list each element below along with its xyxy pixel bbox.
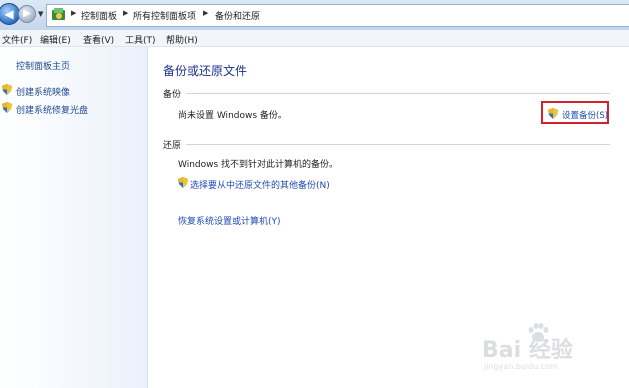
menu-bar: 文件(F) 编辑(E) 查看(V) 工具(T) 帮助(H) [0,30,629,47]
restore-status-text: Windows 找不到针对此计算机的备份。 [178,160,339,170]
baidu-watermark: Bai 经验 jingyan.baidu.com [482,322,600,374]
control-panel-icon [52,8,65,20]
shield-icon [548,108,558,119]
history-dropdown-icon[interactable]: ▼ [38,10,43,18]
restore-section-label: 还原 [163,141,182,151]
breadcrumb[interactable]: ▶ 控制面板 ▶ 所有控制面板项 ▶ 备份和还原 [46,4,629,27]
left-pane [0,47,148,388]
watermark-text: Bai 经验 [482,338,573,363]
shield-icon [2,84,12,95]
section-divider [186,144,610,145]
setup-backup-link[interactable]: 设置备份(S) [562,109,608,121]
breadcrumb-separator-icon[interactable]: ▶ [123,9,128,17]
shield-icon [178,177,188,188]
create-system-image-link[interactable]: 创建系统映像 [16,85,70,98]
breadcrumb-all-items[interactable]: 所有控制面板项 [133,9,196,22]
menu-edit[interactable]: 编辑(E) [40,33,71,46]
address-bar: ◀ ▶ ▼ ▶ 控制面板 ▶ 所有控制面板项 ▶ 备份和还原 [0,0,629,31]
breadcrumb-backup-restore[interactable]: 备份和还原 [215,9,260,22]
control-panel-home-link[interactable]: 控制面板主页 [16,59,70,72]
recover-system-link[interactable]: 恢复系统设置或计算机(Y) [178,214,281,227]
backup-section-label: 备份 [163,90,182,100]
shield-icon [2,102,12,113]
create-repair-disc-link[interactable]: 创建系统修复光盘 [16,103,88,116]
back-button[interactable]: ◀ [0,3,20,25]
breadcrumb-separator-icon[interactable]: ▶ [203,9,208,17]
select-other-backup-link[interactable]: 选择要从中还原文件的其他备份(N) [190,178,330,191]
menu-tools[interactable]: 工具(T) [125,33,156,46]
breadcrumb-separator-icon[interactable]: ▶ [71,9,76,17]
setup-backup-button[interactable]: 设置备份(S) [541,101,609,124]
watermark-url: jingyan.baidu.com [484,362,558,371]
forward-button[interactable]: ▶ [18,5,36,23]
backup-status-text: 尚未设置 Windows 备份。 [178,111,287,121]
page-title: 备份或还原文件 [163,64,248,78]
menu-help[interactable]: 帮助(H) [166,33,198,46]
breadcrumb-control-panel[interactable]: 控制面板 [81,9,117,22]
section-divider [186,93,610,94]
menu-view[interactable]: 查看(V) [83,33,114,46]
menu-file[interactable]: 文件(F) [2,33,32,46]
